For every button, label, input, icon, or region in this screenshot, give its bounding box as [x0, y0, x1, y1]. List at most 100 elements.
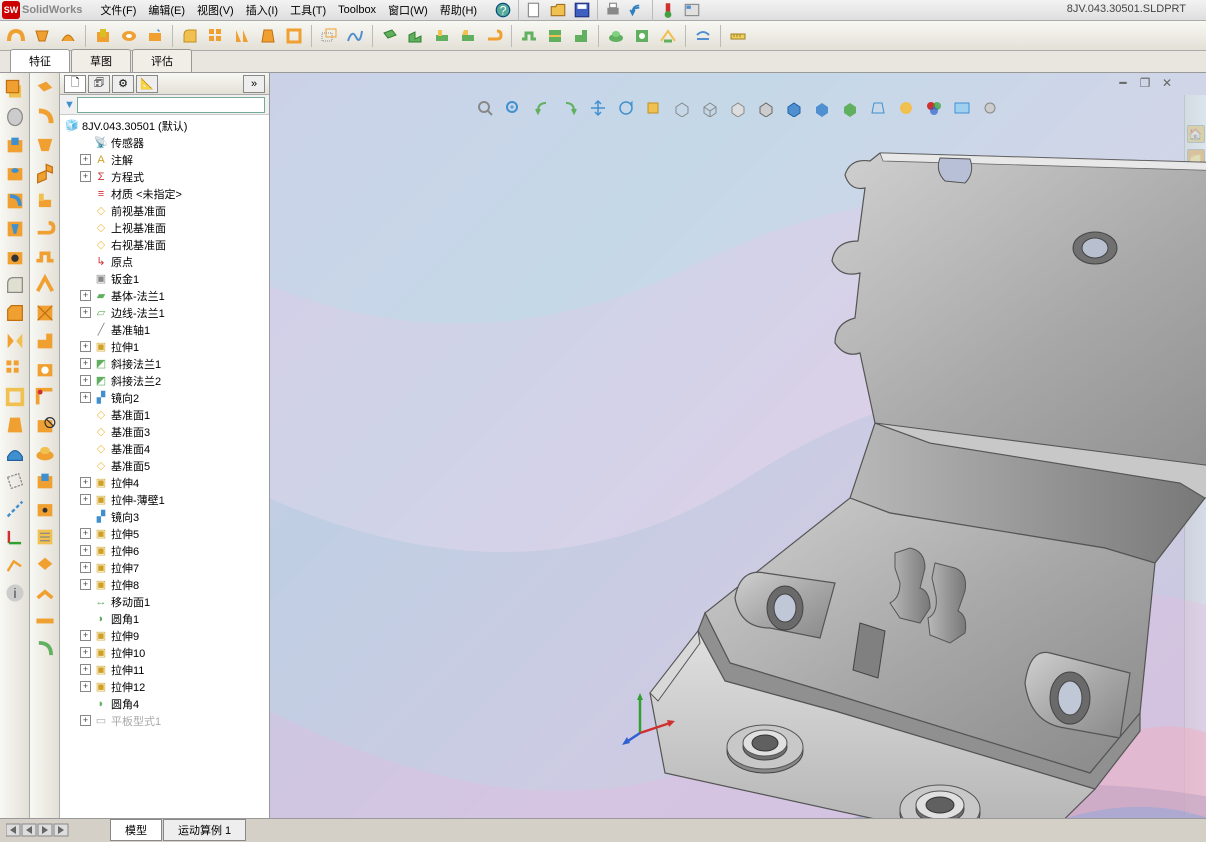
sm-extruded-cut-icon[interactable]	[33, 469, 57, 493]
linear-pattern-icon[interactable]	[3, 357, 27, 381]
tree-root[interactable]: 🧊 8JV.043.30501 (默认)	[60, 117, 269, 134]
expand-icon[interactable]: +	[80, 562, 91, 573]
expand-icon[interactable]: +	[80, 358, 91, 369]
display-style-icon[interactable]	[669, 97, 695, 119]
cut-extrude-icon[interactable]	[3, 133, 27, 157]
previous-view-icon[interactable]	[529, 97, 555, 119]
new-icon[interactable]	[522, 0, 546, 22]
sm-unfold-icon[interactable]	[33, 553, 57, 577]
sm-edge-flange-icon[interactable]	[33, 161, 57, 185]
menu-window[interactable]: 窗口(W)	[382, 0, 434, 20]
swept-cut-icon[interactable]	[3, 189, 27, 213]
sm-closed-corner-icon[interactable]	[33, 357, 57, 381]
expand-icon[interactable]: +	[80, 307, 91, 318]
ref-geom-icon[interactable]	[317, 24, 341, 48]
axis-icon[interactable]	[3, 497, 27, 521]
expand-icon[interactable]	[80, 188, 91, 199]
expand-icon[interactable]: +	[80, 715, 91, 726]
tab-sketch[interactable]: 草图	[71, 49, 131, 72]
cut-revolve-icon[interactable]	[3, 161, 27, 185]
mirror-feature-icon[interactable]	[3, 329, 27, 353]
tree-item[interactable]: +▰基体-法兰1	[60, 287, 269, 304]
mdi-restore-icon[interactable]: ❐	[1136, 76, 1154, 90]
expand-icon[interactable]: +	[80, 341, 91, 352]
mdi-close-icon[interactable]: ✕	[1158, 76, 1176, 90]
expand-icon[interactable]	[80, 222, 91, 233]
pattern-icon[interactable]	[204, 24, 228, 48]
undo-icon[interactable]	[625, 0, 649, 22]
sm-flatten-icon[interactable]	[33, 609, 57, 633]
edit-scene-icon[interactable]	[949, 97, 975, 119]
tree-item[interactable]: ◇基准面5	[60, 457, 269, 474]
tree-item[interactable]: ▣钣金1	[60, 270, 269, 287]
print-icon[interactable]	[601, 0, 625, 22]
tree-item[interactable]: 📡传感器	[60, 134, 269, 151]
tree-item[interactable]: ▞镜向3	[60, 508, 269, 525]
tree-item[interactable]: ≡材质 <未指定>	[60, 185, 269, 202]
menu-file[interactable]: 文件(F)	[94, 0, 142, 20]
measure-icon[interactable]	[726, 24, 750, 48]
expand-icon[interactable]: +	[80, 545, 91, 556]
section-view-icon[interactable]	[557, 97, 583, 119]
appearance-icon[interactable]	[921, 97, 947, 119]
expand-icon[interactable]	[80, 698, 91, 709]
fillet-icon[interactable]	[178, 24, 202, 48]
tree-item[interactable]: ◇基准面4	[60, 440, 269, 457]
tree-item[interactable]: +▣拉伸6	[60, 542, 269, 559]
tree-tab-config-icon[interactable]: ⚙	[112, 75, 134, 93]
help-icon[interactable]: ?	[491, 0, 515, 22]
tree-item[interactable]: ◇上视基准面	[60, 219, 269, 236]
expand-icon[interactable]: +	[80, 528, 91, 539]
expand-icon[interactable]	[80, 273, 91, 284]
revolved-cut-icon[interactable]	[117, 24, 141, 48]
tree-tab-property-icon[interactable]: 🗊	[88, 75, 110, 93]
sm-fold-icon[interactable]	[33, 581, 57, 605]
sm-lofted-bend-icon[interactable]	[33, 133, 57, 157]
menu-tools[interactable]: 工具(T)	[284, 0, 332, 20]
menu-view[interactable]: 视图(V)	[191, 0, 240, 20]
sm-hem-icon[interactable]	[33, 217, 57, 241]
shaded-icon[interactable]	[809, 97, 835, 119]
view-orient-icon[interactable]	[641, 97, 667, 119]
lofted-boss-icon[interactable]	[30, 24, 54, 48]
tree-item[interactable]: +▣拉伸4	[60, 474, 269, 491]
sm-simple-hole-icon[interactable]	[33, 497, 57, 521]
tree-item[interactable]: +▱边线-法兰1	[60, 304, 269, 321]
tree-item[interactable]: +◩斜接法兰1	[60, 355, 269, 372]
tree-item[interactable]: +Σ方程式	[60, 168, 269, 185]
sm-jog-icon[interactable]	[33, 245, 57, 269]
tree-item[interactable]: +▣拉伸8	[60, 576, 269, 593]
tree-item[interactable]: +▭平板型式1	[60, 712, 269, 729]
orientation-triad[interactable]	[620, 688, 680, 748]
expand-icon[interactable]: +	[80, 375, 91, 386]
zoom-area-icon[interactable]	[501, 97, 527, 119]
expand-icon[interactable]	[80, 511, 91, 522]
shell-feature-icon[interactable]	[3, 385, 27, 409]
info-icon[interactable]: i	[3, 581, 27, 605]
sm-weld-corner-icon[interactable]	[33, 385, 57, 409]
hlr-icon[interactable]	[725, 97, 751, 119]
tree-item[interactable]: +▣拉伸10	[60, 644, 269, 661]
options-icon[interactable]	[680, 0, 704, 22]
sm-miter-flange-icon[interactable]	[33, 189, 57, 213]
tree-item[interactable]: ◗圆角1	[60, 610, 269, 627]
coord-icon[interactable]	[3, 525, 27, 549]
expand-icon[interactable]	[80, 256, 91, 267]
rotate-icon[interactable]	[613, 97, 639, 119]
corner-icon[interactable]	[569, 24, 593, 48]
expand-icon[interactable]	[80, 460, 91, 471]
perspective-icon[interactable]	[865, 97, 891, 119]
tree-item[interactable]: +▣拉伸5	[60, 525, 269, 542]
expand-icon[interactable]	[80, 596, 91, 607]
miter-flange-icon[interactable]	[456, 24, 480, 48]
sm-convert-icon[interactable]	[33, 105, 57, 129]
draft-feature-icon[interactable]	[3, 413, 27, 437]
expand-icon[interactable]	[80, 443, 91, 454]
expand-icon[interactable]: +	[80, 477, 91, 488]
fillet-feature-icon[interactable]	[3, 273, 27, 297]
rib-icon[interactable]	[230, 24, 254, 48]
tree-tab-expand-icon[interactable]: »	[243, 75, 265, 93]
expand-icon[interactable]: +	[80, 681, 91, 692]
dome-icon[interactable]	[3, 441, 27, 465]
tree-item[interactable]: ╱基准轴1	[60, 321, 269, 338]
